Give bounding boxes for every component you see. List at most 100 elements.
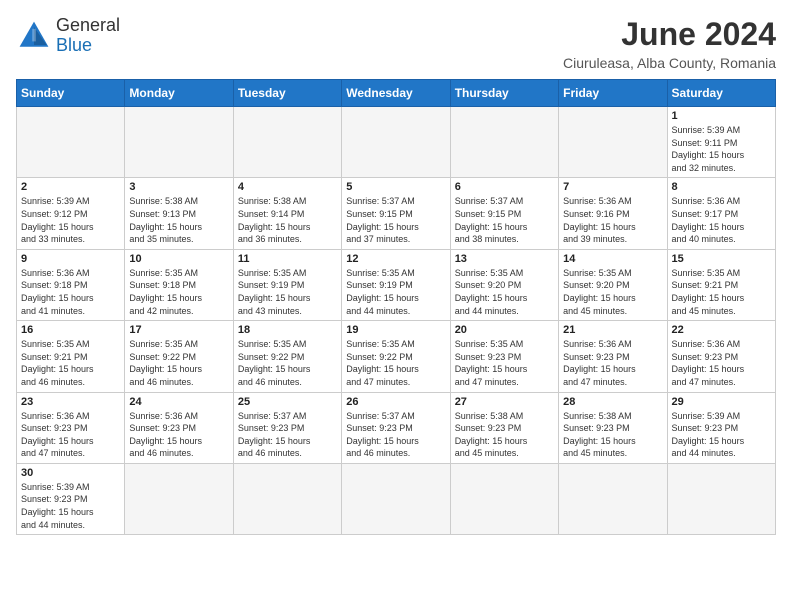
calendar-week-6: 30 Sunrise: 5:39 AM Sunset: 9:23 PM Dayli…: [17, 463, 776, 534]
cell-sun-info: Sunrise: 5:35 AM Sunset: 9:19 PM Dayligh…: [346, 267, 445, 317]
calendar-cell: 27Sunrise: 5:38 AM Sunset: 9:23 PM Dayli…: [450, 392, 558, 463]
day-header-friday: Friday: [559, 80, 667, 107]
cell-sun-info: Sunrise: 5:36 AM Sunset: 9:23 PM Dayligh…: [563, 338, 662, 388]
cell-day-number: 13: [455, 253, 554, 265]
cell-sun-info: Sunrise: 5:36 AM Sunset: 9:23 PM Dayligh…: [672, 338, 771, 388]
calendar-cell: 2 Sunrise: 5:39 AM Sunset: 9:12 PM Daylig…: [17, 178, 125, 249]
day-header-monday: Monday: [125, 80, 233, 107]
calendar-cell: [450, 463, 558, 534]
cell-day-number: 28: [563, 396, 662, 408]
calendar-cell: 29Sunrise: 5:39 AM Sunset: 9:23 PM Dayli…: [667, 392, 775, 463]
logo-blue: Blue: [56, 36, 120, 56]
cell-sun-info: Sunrise: 5:35 AM Sunset: 9:20 PM Dayligh…: [563, 267, 662, 317]
calendar-cell: 11 Sunrise: 5:35 AM Sunset: 9:19 PM Dayli…: [233, 249, 341, 320]
cell-sun-info: Sunrise: 5:36 AM Sunset: 9:17 PM Dayligh…: [672, 195, 771, 245]
cell-sun-info: Sunrise: 5:35 AM Sunset: 9:19 PM Dayligh…: [238, 267, 337, 317]
cell-sun-info: Sunrise: 5:35 AM Sunset: 9:22 PM Dayligh…: [238, 338, 337, 388]
cell-sun-info: Sunrise: 5:35 AM Sunset: 9:22 PM Dayligh…: [346, 338, 445, 388]
cell-sun-info: Sunrise: 5:35 AM Sunset: 9:20 PM Dayligh…: [455, 267, 554, 317]
cell-day-number: 23: [21, 396, 120, 408]
day-header-sunday: Sunday: [17, 80, 125, 107]
cell-day-number: 17: [129, 324, 228, 336]
cell-sun-info: Sunrise: 5:37 AM Sunset: 9:15 PM Dayligh…: [346, 195, 445, 245]
cell-sun-info: Sunrise: 5:39 AM Sunset: 9:12 PM Dayligh…: [21, 195, 120, 245]
calendar-cell: 1Sunrise: 5:39 AM Sunset: 9:11 PM Daylig…: [667, 107, 775, 178]
calendar-cell: 3 Sunrise: 5:38 AM Sunset: 9:13 PM Daylig…: [125, 178, 233, 249]
calendar-cell: 23Sunrise: 5:36 AM Sunset: 9:23 PM Dayli…: [17, 392, 125, 463]
cell-sun-info: Sunrise: 5:37 AM Sunset: 9:23 PM Dayligh…: [346, 410, 445, 460]
cell-day-number: 21: [563, 324, 662, 336]
calendar-cell: [125, 107, 233, 178]
title-block: June 2024 Ciuruleasa, Alba County, Roman…: [563, 16, 776, 71]
cell-day-number: 12: [346, 253, 445, 265]
cell-sun-info: Sunrise: 5:36 AM Sunset: 9:18 PM Dayligh…: [21, 267, 120, 317]
cell-day-number: 27: [455, 396, 554, 408]
cell-sun-info: Sunrise: 5:35 AM Sunset: 9:21 PM Dayligh…: [21, 338, 120, 388]
cell-day-number: 30: [21, 467, 120, 479]
cell-sun-info: Sunrise: 5:38 AM Sunset: 9:13 PM Dayligh…: [129, 195, 228, 245]
calendar-cell: 24Sunrise: 5:36 AM Sunset: 9:23 PM Dayli…: [125, 392, 233, 463]
cell-sun-info: Sunrise: 5:35 AM Sunset: 9:21 PM Dayligh…: [672, 267, 771, 317]
calendar-container: General Blue June 2024 Ciuruleasa, Alba …: [16, 16, 776, 535]
calendar-body: 1Sunrise: 5:39 AM Sunset: 9:11 PM Daylig…: [17, 107, 776, 535]
cell-day-number: 29: [672, 396, 771, 408]
calendar-cell: 6Sunrise: 5:37 AM Sunset: 9:15 PM Daylig…: [450, 178, 558, 249]
day-header-tuesday: Tuesday: [233, 80, 341, 107]
calendar-cell: 15Sunrise: 5:35 AM Sunset: 9:21 PM Dayli…: [667, 249, 775, 320]
cell-day-number: 26: [346, 396, 445, 408]
day-header-saturday: Saturday: [667, 80, 775, 107]
calendar-cell: 5Sunrise: 5:37 AM Sunset: 9:15 PM Daylig…: [342, 178, 450, 249]
calendar-cell: [559, 463, 667, 534]
logo: General Blue: [16, 16, 120, 56]
calendar-cell: [342, 463, 450, 534]
calendar-cell: [342, 107, 450, 178]
calendar-cell: [17, 107, 125, 178]
calendar-cell: 30 Sunrise: 5:39 AM Sunset: 9:23 PM Dayli…: [17, 463, 125, 534]
calendar-cell: [559, 107, 667, 178]
cell-sun-info: Sunrise: 5:37 AM Sunset: 9:15 PM Dayligh…: [455, 195, 554, 245]
calendar-cell: 17 Sunrise: 5:35 AM Sunset: 9:22 PM Dayli…: [125, 321, 233, 392]
cell-day-number: 16: [21, 324, 120, 336]
calendar-title: June 2024: [563, 16, 776, 53]
calendar-cell: [125, 463, 233, 534]
calendar-cell: 14Sunrise: 5:35 AM Sunset: 9:20 PM Dayli…: [559, 249, 667, 320]
cell-sun-info: Sunrise: 5:39 AM Sunset: 9:23 PM Dayligh…: [21, 481, 120, 531]
calendar-cell: [233, 463, 341, 534]
cell-day-number: 25: [238, 396, 337, 408]
calendar-cell: 9Sunrise: 5:36 AM Sunset: 9:18 PM Daylig…: [17, 249, 125, 320]
calendar-cell: 20 Sunrise: 5:35 AM Sunset: 9:23 PM Dayli…: [450, 321, 558, 392]
cell-day-number: 11: [238, 253, 337, 265]
cell-day-number: 20: [455, 324, 554, 336]
calendar-cell: 4 Sunrise: 5:38 AM Sunset: 9:14 PM Daylig…: [233, 178, 341, 249]
day-header-thursday: Thursday: [450, 80, 558, 107]
cell-sun-info: Sunrise: 5:37 AM Sunset: 9:23 PM Dayligh…: [238, 410, 337, 460]
cell-day-number: 19: [346, 324, 445, 336]
calendar-cell: 21 Sunrise: 5:36 AM Sunset: 9:23 PM Dayli…: [559, 321, 667, 392]
cell-day-number: 4: [238, 181, 337, 193]
calendar-week-2: 2 Sunrise: 5:39 AM Sunset: 9:12 PM Daylig…: [17, 178, 776, 249]
calendar-cell: 13 Sunrise: 5:35 AM Sunset: 9:20 PM Dayli…: [450, 249, 558, 320]
calendar-cell: [450, 107, 558, 178]
cell-sun-info: Sunrise: 5:38 AM Sunset: 9:14 PM Dayligh…: [238, 195, 337, 245]
cell-sun-info: Sunrise: 5:36 AM Sunset: 9:16 PM Dayligh…: [563, 195, 662, 245]
calendar-cell: 16 Sunrise: 5:35 AM Sunset: 9:21 PM Dayli…: [17, 321, 125, 392]
calendar-subtitle: Ciuruleasa, Alba County, Romania: [563, 55, 776, 71]
cell-sun-info: Sunrise: 5:35 AM Sunset: 9:23 PM Dayligh…: [455, 338, 554, 388]
cell-day-number: 7: [563, 181, 662, 193]
calendar-table: SundayMondayTuesdayWednesdayThursdayFrid…: [16, 79, 776, 535]
calendar-week-3: 9Sunrise: 5:36 AM Sunset: 9:18 PM Daylig…: [17, 249, 776, 320]
cell-sun-info: Sunrise: 5:35 AM Sunset: 9:18 PM Dayligh…: [129, 267, 228, 317]
logo-icon: [16, 18, 52, 54]
cell-day-number: 2: [21, 181, 120, 193]
calendar-cell: [667, 463, 775, 534]
cell-day-number: 3: [129, 181, 228, 193]
logo-general: General: [56, 16, 120, 36]
calendar-cell: 12 Sunrise: 5:35 AM Sunset: 9:19 PM Dayli…: [342, 249, 450, 320]
cell-day-number: 8: [672, 181, 771, 193]
calendar-cell: 8 Sunrise: 5:36 AM Sunset: 9:17 PM Daylig…: [667, 178, 775, 249]
cell-sun-info: Sunrise: 5:35 AM Sunset: 9:22 PM Dayligh…: [129, 338, 228, 388]
calendar-week-4: 16 Sunrise: 5:35 AM Sunset: 9:21 PM Dayli…: [17, 321, 776, 392]
calendar-cell: 7 Sunrise: 5:36 AM Sunset: 9:16 PM Daylig…: [559, 178, 667, 249]
calendar-week-5: 23 Sunrise: 5:36 AM Sunset: 9:23 PM Dayli…: [17, 392, 776, 463]
cell-sun-info: Sunrise: 5:36 AM Sunset: 9:23 PM Dayligh…: [129, 410, 228, 460]
